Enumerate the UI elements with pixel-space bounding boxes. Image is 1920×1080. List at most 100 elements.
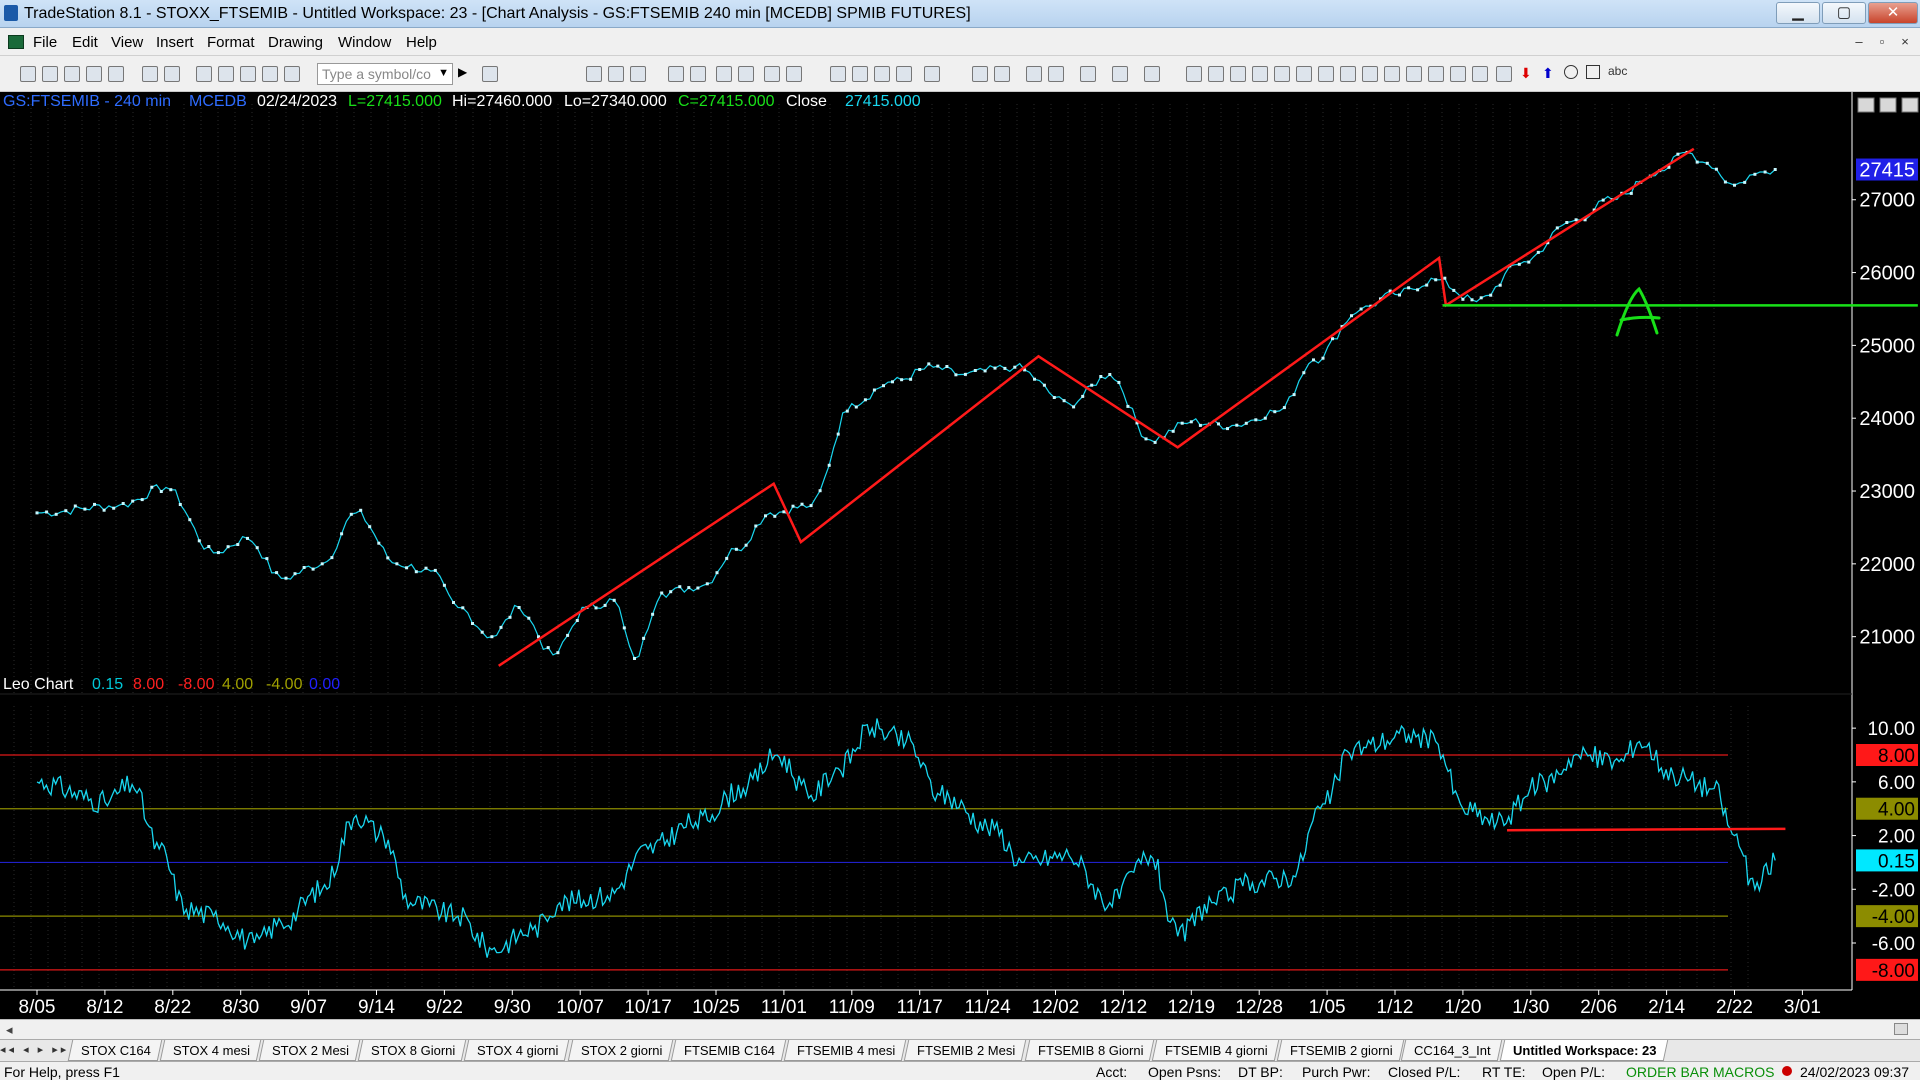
pencil-tool-icon[interactable] bbox=[1472, 66, 1488, 82]
offset-line-tool-icon[interactable] bbox=[1406, 66, 1422, 82]
candle-chart-icon[interactable] bbox=[690, 66, 706, 82]
price-bar bbox=[725, 556, 729, 560]
workspace-tab[interactable]: STOX 8 Giorni bbox=[357, 1040, 467, 1061]
matrix-icon[interactable] bbox=[630, 66, 646, 82]
channel-tool-icon[interactable] bbox=[1252, 66, 1268, 82]
mdi-close-button[interactable]: × bbox=[1896, 34, 1914, 49]
workspace-tab[interactable]: STOX C164 bbox=[67, 1040, 163, 1061]
menu-format[interactable]: Format bbox=[207, 34, 255, 51]
lock-icon[interactable] bbox=[240, 66, 256, 82]
rectangle-tool-icon[interactable] bbox=[1586, 65, 1600, 79]
radar-screen-icon[interactable] bbox=[608, 66, 624, 82]
new-workspace-icon[interactable] bbox=[86, 66, 102, 82]
cycle-tool-icon[interactable] bbox=[1428, 66, 1444, 82]
trendline-tool-icon[interactable] bbox=[1186, 66, 1202, 82]
zoom-in-icon[interactable] bbox=[972, 66, 988, 82]
close-button[interactable]: ✕ bbox=[1868, 2, 1918, 24]
indicator-name: Leo Chart bbox=[3, 676, 74, 693]
curve-tool-icon[interactable] bbox=[1496, 66, 1512, 82]
workspace-tab[interactable]: FTSEMIB C164 bbox=[670, 1040, 787, 1061]
order-bar-button[interactable]: ORDER BAR bbox=[1626, 1064, 1709, 1080]
tools-icon[interactable] bbox=[1080, 66, 1096, 82]
print-preview-icon[interactable] bbox=[142, 66, 158, 82]
indicator-icon[interactable] bbox=[764, 66, 780, 82]
menu-insert[interactable]: Insert bbox=[156, 34, 194, 51]
workspace-tab[interactable]: CC164_3_Int bbox=[1401, 1040, 1503, 1061]
chart-canvas[interactable]: 27000 26000 25000 24000 23000 22000 21000 27415… bbox=[0, 92, 1920, 1019]
menu-window[interactable]: Window bbox=[338, 34, 391, 51]
arrow-tool-icon[interactable] bbox=[1384, 66, 1400, 82]
pitchfork-tool-icon[interactable] bbox=[1340, 66, 1356, 82]
workspace-tab[interactable]: FTSEMIB 4 mesi bbox=[783, 1040, 907, 1061]
workspace-tab[interactable]: Untitled Workspace: 23 bbox=[1499, 1040, 1668, 1061]
strategy-icon[interactable] bbox=[786, 66, 802, 82]
arc-tool-icon[interactable] bbox=[1450, 66, 1466, 82]
menu-file[interactable]: File bbox=[33, 34, 57, 51]
workspace-tab[interactable]: STOX 4 giorni bbox=[464, 1040, 570, 1061]
chevron-down-icon[interactable]: ▼ bbox=[438, 67, 449, 79]
horizontal-scrollbar[interactable]: ◂ bbox=[0, 1019, 1920, 1039]
scroll-thumb[interactable] bbox=[1894, 1023, 1908, 1035]
hand-icon[interactable] bbox=[1048, 66, 1064, 82]
mdi-minimize-button[interactable]: – bbox=[1850, 34, 1868, 49]
pointer-icon[interactable] bbox=[1026, 66, 1042, 82]
new-icon[interactable] bbox=[20, 66, 36, 82]
macros-button[interactable]: MACROS bbox=[1713, 1064, 1774, 1080]
print-icon[interactable] bbox=[164, 66, 180, 82]
data-window-icon[interactable] bbox=[874, 66, 890, 82]
mdi-restore-button[interactable]: ▫ bbox=[1873, 34, 1891, 49]
open-icon[interactable] bbox=[42, 66, 58, 82]
save-icon[interactable] bbox=[64, 66, 80, 82]
workspace-tab[interactable]: STOX 2 Mesi bbox=[258, 1040, 361, 1061]
format-window-icon[interactable] bbox=[716, 66, 732, 82]
insert-window-icon[interactable] bbox=[738, 66, 754, 82]
window-tile-icon[interactable] bbox=[196, 66, 212, 82]
x-tick-label: 11/01 bbox=[761, 997, 807, 1018]
horizontal-line-tool-icon[interactable] bbox=[1230, 66, 1246, 82]
expand-icon[interactable] bbox=[896, 66, 912, 82]
chart-close-button[interactable] bbox=[1901, 97, 1919, 113]
window-cascade-icon[interactable] bbox=[218, 66, 234, 82]
chart-analysis-icon[interactable] bbox=[586, 66, 602, 82]
chart-minimize-button[interactable] bbox=[1857, 97, 1875, 113]
minimize-button[interactable]: ▁ bbox=[1776, 2, 1820, 24]
symbol-input[interactable]: Type a symbol/co ▼ bbox=[317, 63, 453, 85]
clipboard-icon[interactable] bbox=[1144, 66, 1160, 82]
speed-line-tool-icon[interactable] bbox=[1318, 66, 1334, 82]
menu-edit[interactable]: Edit bbox=[72, 34, 98, 51]
refresh-icon[interactable] bbox=[1112, 66, 1128, 82]
chart-analysis-window[interactable]: 27000 26000 25000 24000 23000 22000 21000 27415… bbox=[0, 92, 1920, 1019]
text-tool-icon[interactable]: abc bbox=[1608, 64, 1627, 78]
menu-view[interactable]: View bbox=[111, 34, 143, 51]
workspace-tab[interactable]: FTSEMIB 8 Giorni bbox=[1024, 1040, 1155, 1061]
zoom-out-icon[interactable] bbox=[994, 66, 1010, 82]
paintbar-icon[interactable] bbox=[830, 66, 846, 82]
gann-fan-tool-icon[interactable] bbox=[1296, 66, 1312, 82]
network-icon[interactable] bbox=[262, 66, 278, 82]
showme-icon[interactable] bbox=[852, 66, 868, 82]
down-arrow-icon[interactable]: ⬇ bbox=[1520, 65, 1532, 82]
play-arrow-icon[interactable]: ▶ bbox=[458, 65, 467, 79]
open-workspace-icon[interactable] bbox=[108, 66, 124, 82]
price-bar bbox=[1434, 278, 1438, 282]
workspace-tab[interactable]: STOX 4 mesi bbox=[159, 1040, 262, 1061]
vertical-line-tool-icon[interactable] bbox=[1208, 66, 1224, 82]
fibonacci-tool-icon[interactable] bbox=[1274, 66, 1290, 82]
chart-restore-button[interactable] bbox=[1879, 97, 1897, 113]
regression-tool-icon[interactable] bbox=[1362, 66, 1378, 82]
ellipse-tool-icon[interactable] bbox=[1564, 65, 1578, 79]
scroll-left-icon[interactable]: ◂ bbox=[6, 1022, 13, 1038]
up-arrow-icon[interactable]: ⬆ bbox=[1542, 65, 1554, 82]
symbol-lookup-icon[interactable] bbox=[482, 66, 498, 82]
maximize-button[interactable]: ▢ bbox=[1822, 2, 1866, 24]
globe-icon[interactable] bbox=[284, 66, 300, 82]
workspace-tab[interactable]: FTSEMIB 2 Mesi bbox=[904, 1040, 1027, 1061]
workspace-tab[interactable]: STOX 2 giorni bbox=[567, 1040, 674, 1061]
workspace-tab[interactable]: FTSEMIB 4 giorni bbox=[1151, 1040, 1279, 1061]
menu-drawing[interactable]: Drawing bbox=[268, 34, 323, 51]
tab-navigation-arrows[interactable]: ◂◂ ◂ ▸ ▸▸ bbox=[0, 1043, 69, 1056]
workspace-tab[interactable]: FTSEMIB 2 giorni bbox=[1276, 1040, 1404, 1061]
menu-help[interactable]: Help bbox=[406, 34, 437, 51]
compress-icon[interactable] bbox=[924, 66, 940, 82]
bar-chart-icon[interactable] bbox=[668, 66, 684, 82]
